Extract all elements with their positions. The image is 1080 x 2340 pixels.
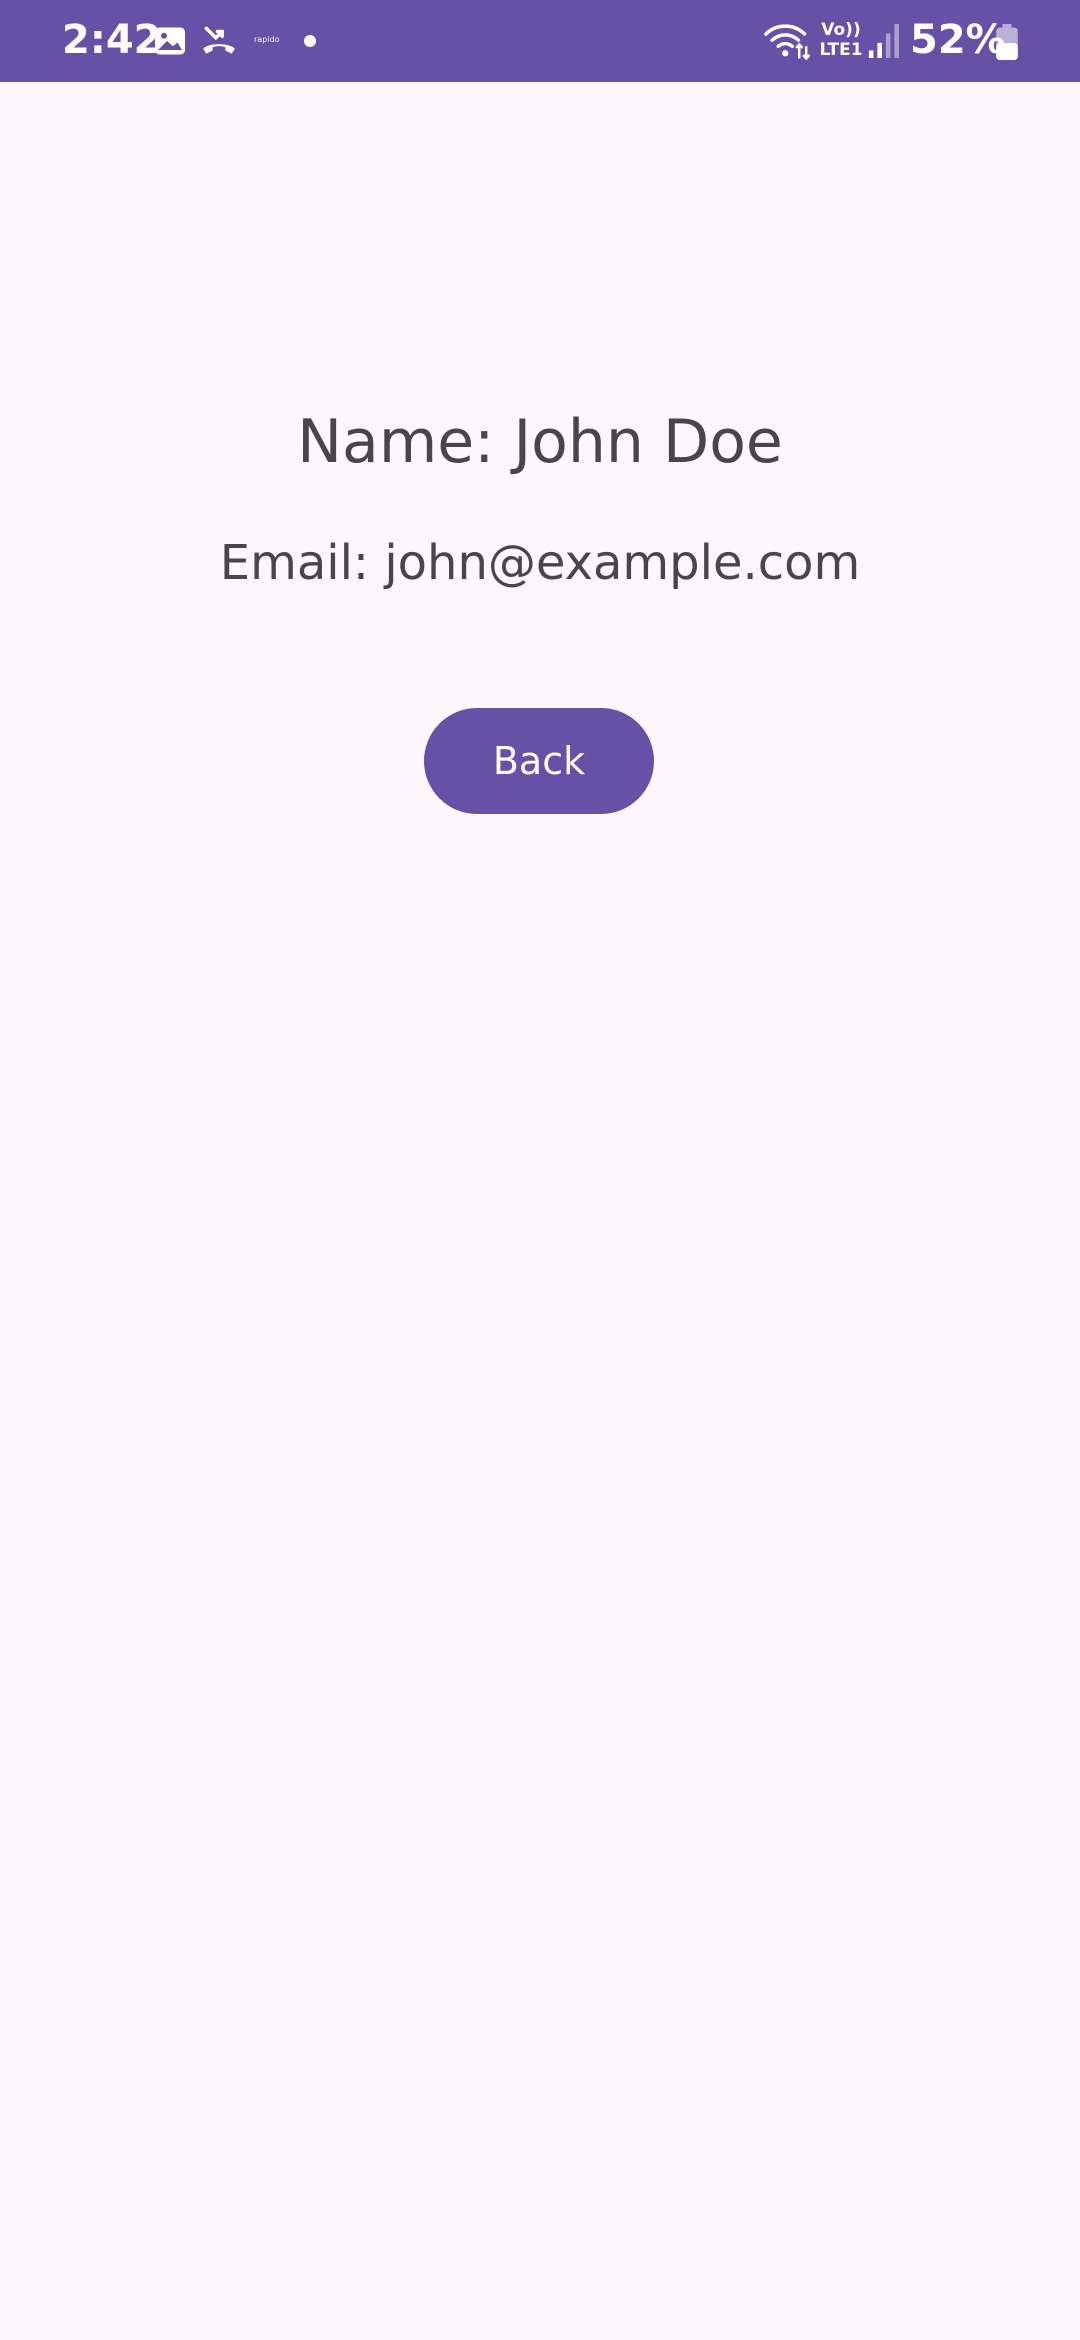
battery-percent: 52% [910, 17, 1006, 63]
signal-icon [868, 24, 899, 58]
profile-name: Name: John Doe [297, 407, 783, 477]
profile-email: Email: john@example.com [219, 535, 861, 591]
notification-dot [304, 35, 316, 47]
status-time: 2:42 [62, 17, 162, 63]
back-button[interactable]: Back [424, 708, 654, 814]
missed-call-icon [203, 26, 235, 54]
rapido-notification: rapido [254, 35, 280, 44]
battery-icon [996, 24, 1018, 60]
lte-text: LTE1 [819, 40, 863, 60]
gallery-icon [155, 27, 185, 55]
volte-indicator: Vo)) LTE1 [818, 20, 864, 60]
status-bar: 2:42 rapido Vo)) LTE1 52% [0, 0, 1080, 82]
battery-fill [996, 43, 1018, 60]
volte-text: Vo)) [821, 20, 861, 40]
wifi-icon [764, 24, 810, 61]
